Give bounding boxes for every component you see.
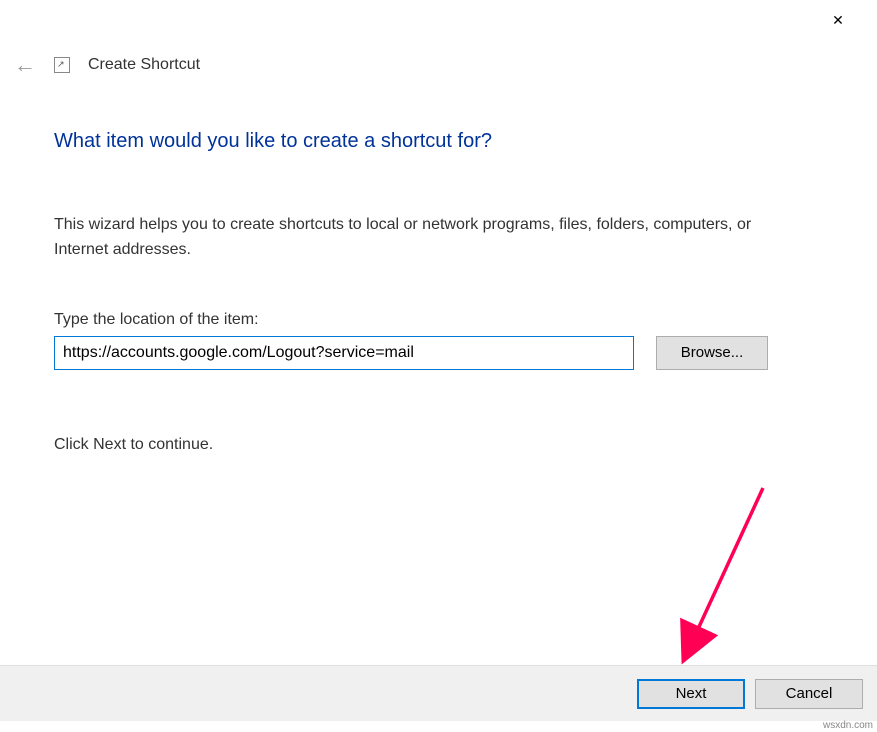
location-input[interactable]	[54, 336, 634, 370]
location-label: Type the location of the item:	[54, 311, 837, 329]
main-heading: What item would you like to create a sho…	[54, 130, 837, 153]
content-area: What item would you like to create a sho…	[54, 130, 837, 454]
wizard-title: Create Shortcut	[88, 56, 200, 74]
watermark: wsxdn.com	[823, 720, 873, 731]
back-arrow-icon[interactable]: ←	[14, 54, 36, 76]
browse-button[interactable]: Browse...	[656, 336, 768, 370]
next-button[interactable]: Next	[637, 679, 745, 709]
cancel-button[interactable]: Cancel	[755, 679, 863, 709]
close-icon: ✕	[832, 12, 844, 29]
titlebar: ✕	[815, 0, 877, 40]
description-text: This wizard helps you to create shortcut…	[54, 213, 774, 263]
input-row: Browse...	[54, 336, 837, 370]
wizard-header: ← Create Shortcut	[14, 54, 200, 76]
shortcut-icon	[54, 57, 70, 73]
continue-text: Click Next to continue.	[54, 436, 837, 454]
annotation-arrow	[668, 480, 778, 670]
footer-button-bar: Next Cancel	[0, 665, 877, 721]
close-button[interactable]: ✕	[815, 5, 861, 35]
